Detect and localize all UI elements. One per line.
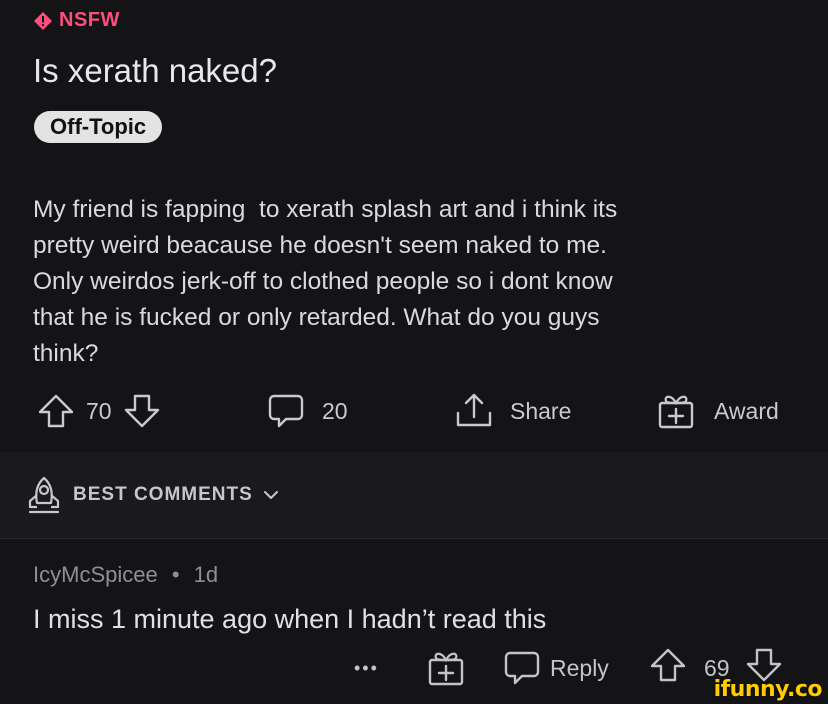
post-title[interactable]: Is xerath naked? <box>33 52 277 90</box>
ifunny-watermark: ifunny.co <box>713 677 823 702</box>
meta-separator: • <box>171 562 180 587</box>
upvote-arrow-icon <box>38 394 74 428</box>
post-card: NSFW Is xerath naked? Off-Topic My frien… <box>0 0 828 452</box>
share-icon <box>456 393 492 427</box>
downvote-button[interactable] <box>122 391 162 431</box>
comment-upvote-button[interactable] <box>648 645 688 691</box>
comment-bubble-icon <box>504 651 540 685</box>
gift-icon <box>658 395 694 429</box>
comments-button[interactable]: 20 <box>266 388 348 434</box>
downvote-arrow-icon <box>124 394 159 428</box>
post-actions-bar: 70 20 Share Award <box>0 388 828 434</box>
chevron-down-icon <box>263 491 278 499</box>
share-label: Share <box>510 397 572 424</box>
upvote-button[interactable] <box>36 391 76 431</box>
post-flair[interactable]: Off-Topic <box>34 111 163 143</box>
award-button[interactable]: Award <box>656 388 779 434</box>
nsfw-label: NSFW <box>59 9 120 31</box>
award-label: Award <box>714 397 779 424</box>
sort-label: BEST COMMENTS <box>73 484 253 505</box>
more-options-button[interactable]: ••• <box>354 648 379 688</box>
upvote-arrow-icon <box>650 648 686 682</box>
comment-meta: IcyMcSpicee • 1d <box>33 562 218 588</box>
sort-comments-button[interactable]: BEST COMMENTS <box>25 475 279 515</box>
comment-bubble-icon <box>268 394 304 428</box>
comment-author[interactable]: IcyMcSpicee <box>33 562 158 587</box>
comment-count: 20 <box>322 397 348 424</box>
rocket-icon <box>28 476 60 514</box>
post-body: My friend is fapping to xerath splash ar… <box>33 196 618 367</box>
share-button[interactable]: Share <box>454 388 571 434</box>
reply-button[interactable]: Reply <box>502 648 609 688</box>
comment-age: 1d <box>193 562 219 587</box>
nsfw-diamond-icon <box>34 11 52 30</box>
post-vote-count: 70 <box>86 397 112 424</box>
nsfw-tag: NSFW <box>33 9 120 32</box>
reply-label: Reply <box>550 654 609 681</box>
vote-group: 70 <box>36 388 162 434</box>
gift-icon <box>428 652 464 686</box>
comment-text: I miss 1 minute ago when I hadn’t read t… <box>33 604 547 634</box>
comment-award-button[interactable] <box>426 648 466 688</box>
